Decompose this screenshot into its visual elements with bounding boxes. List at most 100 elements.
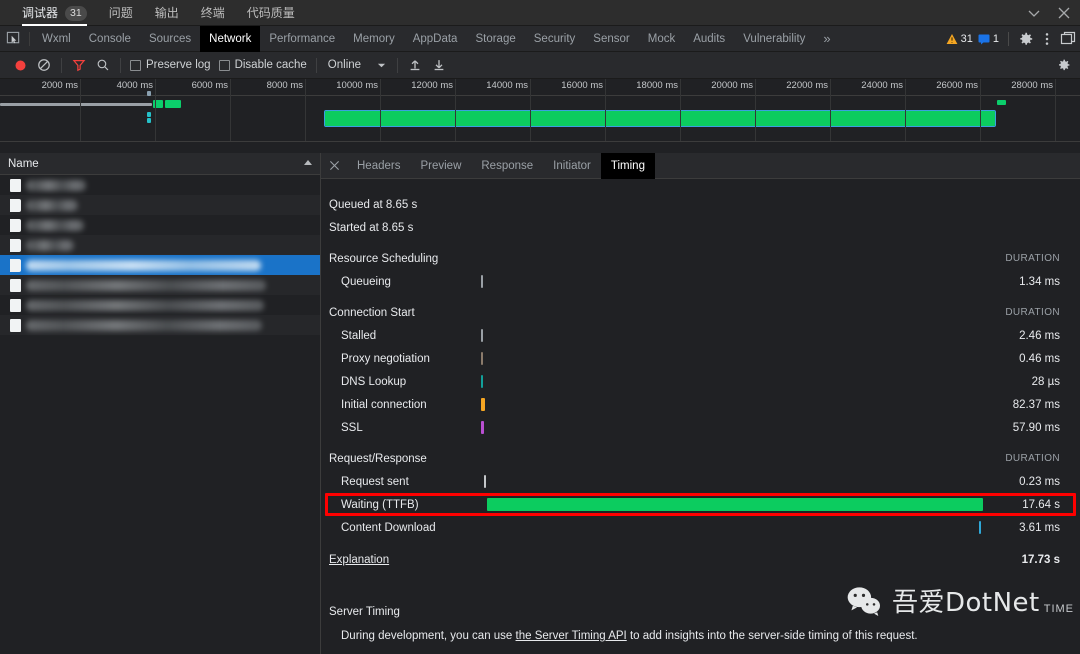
tab-storage[interactable]: Storage [466,26,524,52]
tab-response[interactable]: Response [471,153,543,179]
ide-tab-badge: 31 [65,5,87,21]
timeline-tick-label: 18000 ms [636,80,678,91]
started-at-row: Started at 8.65 s [329,216,1060,239]
timeline-tick-label: 28000 ms [1011,80,1053,91]
tab-initiator[interactable]: Initiator [543,153,601,179]
timeline-tick: 8000 ms [267,79,306,141]
tab-audits[interactable]: Audits [684,26,734,52]
clear-button[interactable] [32,53,56,77]
timing-phase-bar [481,329,483,342]
timeline-tick-label: 22000 ms [786,80,828,91]
close-icon[interactable] [1056,5,1072,21]
request-list-panel: Name [0,153,321,654]
message-icon [978,34,990,45]
tab-headers[interactable]: Headers [347,153,410,179]
tab-preview[interactable]: Preview [410,153,471,179]
timeline-tick: 22000 ms [786,79,831,141]
timeline-tick-label: 4000 ms [116,80,153,91]
ide-tab-terminal[interactable]: 终端 [201,0,225,26]
disable-cache-checkbox[interactable]: Disable cache [215,59,311,71]
tab-performance[interactable]: Performance [260,26,344,52]
request-row[interactable] [0,275,320,295]
timing-group-header: Request/Response DURATION [329,447,1060,470]
ide-tab-code-quality[interactable]: 代码质量 [247,0,295,26]
record-button[interactable] [8,53,32,77]
tab-wxml[interactable]: Wxml [33,26,80,52]
import-har-button[interactable] [403,53,427,77]
timing-phase-label: Waiting (TTFB) [341,498,419,511]
export-har-button[interactable] [427,53,451,77]
request-row[interactable] [0,315,320,335]
teal-dot-2 [147,112,151,117]
grey-track [0,103,152,106]
checkbox-box [218,59,230,71]
chevron-down-icon [377,63,386,67]
timing-group-name: Request/Response [329,452,427,465]
timeline-tick-label: 26000 ms [936,80,978,91]
timeline-tick: 18000 ms [636,79,681,141]
filter-button[interactable] [67,53,91,77]
server-timing-api-link[interactable]: the Server Timing API [516,630,627,642]
timeline-ruler [0,79,1080,96]
tab-memory[interactable]: Memory [344,26,404,52]
timing-phase-duration: 0.46 ms [1019,352,1060,365]
network-overview-timeline[interactable]: 2000 ms 4000 ms 6000 ms 8000 ms 10000 ms 1200… [0,79,1080,142]
warning-counter[interactable]: 31 [946,33,973,45]
ide-tab-output[interactable]: 输出 [155,0,179,26]
throttling-select[interactable]: Online [322,59,392,71]
throttling-value: Online [327,59,362,71]
request-row[interactable] [0,175,320,195]
kebab-menu-icon[interactable] [1039,31,1055,47]
document-icon [10,298,21,312]
tab-sources[interactable]: Sources [140,26,200,52]
chevron-down-icon[interactable] [1026,5,1042,21]
timeline-tick: 20000 ms [711,79,756,141]
timing-phase-label: SSL [341,421,363,434]
request-row[interactable] [0,295,320,315]
timing-row: Content Download 3.61 ms [329,516,1060,539]
divider [397,57,399,73]
tab-network[interactable]: Network [200,25,261,52]
total-duration-value: 17.73 s [1021,554,1060,566]
more-tabs-button[interactable]: » [814,31,839,46]
preserve-log-checkbox[interactable]: Preserve log [126,59,215,71]
request-row[interactable] [0,235,320,255]
timing-phase-bar [481,398,485,411]
explanation-link[interactable]: Explanation [329,554,389,566]
timing-breakdown: Queued at 8.65 s Started at 8.65 s Resou… [321,179,1080,573]
timeline-tick: 10000 ms [336,79,381,141]
ide-tab-problems[interactable]: 问题 [109,0,133,26]
timeline-tick: 14000 ms [486,79,531,141]
message-counter[interactable]: 1 [978,33,999,45]
divider [29,31,30,46]
tab-security[interactable]: Security [525,26,585,52]
devtools-window: 调试器 31 问题 输出 终端 代码质量 Wxml Console Sources… [0,0,1080,654]
timeline-tick-label: 12000 ms [411,80,453,91]
devtools-status-area: 31 1 [946,26,1076,52]
request-row[interactable] [0,215,320,235]
gear-icon[interactable] [1018,31,1034,47]
ide-tab-debugger[interactable]: 调试器 31 [22,0,87,26]
close-detail-icon[interactable] [321,153,347,179]
inspect-element-icon[interactable] [0,26,26,52]
timing-phase-bar [481,375,483,388]
tab-appdata[interactable]: AppData [404,26,467,52]
search-icon[interactable] [91,53,115,77]
request-row[interactable] [0,255,320,275]
document-icon [10,178,21,192]
request-list-header[interactable]: Name [0,153,320,175]
settings-gear-icon[interactable] [1052,53,1076,77]
tab-mock[interactable]: Mock [639,26,684,52]
tab-vulnerability[interactable]: Vulnerability [734,26,814,52]
server-timing-text-pre: During development, you can use [341,630,516,642]
tab-timing[interactable]: Timing [600,153,655,179]
request-row[interactable] [0,195,320,215]
queued-at-row: Queued at 8.65 s [329,193,1060,216]
tab-console[interactable]: Console [80,26,140,52]
window-controls [1026,0,1072,26]
dock-panel-icon[interactable] [1060,31,1076,47]
tab-sensor[interactable]: Sensor [584,26,638,52]
timing-row: Initial connection 82.37 ms [329,393,1060,416]
divider [1008,32,1009,46]
detail-tab-bar: Headers Preview Response Initiator Timin… [321,153,1080,179]
